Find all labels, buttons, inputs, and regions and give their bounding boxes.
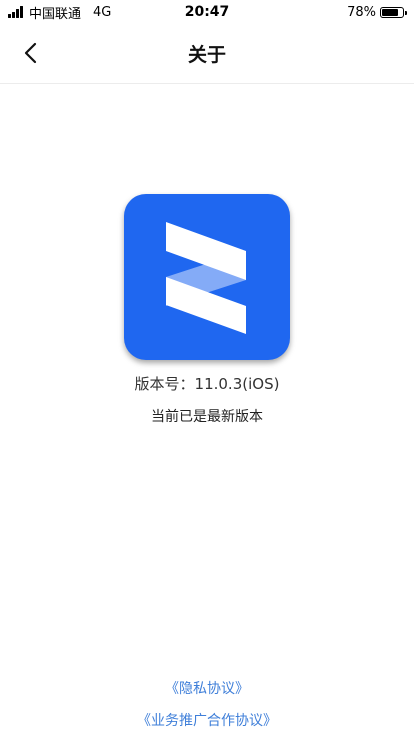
carrier-name: 中国联通 (29, 6, 82, 22)
battery-icon (380, 6, 407, 18)
status-bar: 中国联通 4G 20:47 78% (0, 0, 414, 24)
update-status-label: 当前已是最新版本 (151, 409, 263, 425)
status-time: 20:47 (184, 4, 230, 20)
status-bar-left: 中国联通 4G (8, 3, 111, 22)
app-logo-icon (124, 194, 290, 360)
battery-percent: 78% (347, 4, 376, 20)
status-bar-right: 78% (347, 4, 407, 20)
navigation-bar: 关于 (0, 24, 414, 84)
privacy-policy-link[interactable]: 《隐私协议》 (0, 678, 414, 698)
promotion-agreement-link[interactable]: 《业务推广合作协议》 (0, 710, 414, 730)
network-type: 4G (93, 4, 112, 20)
battery-level-fill (382, 8, 398, 16)
signal-strength-icon (8, 6, 23, 18)
page-title: 关于 (187, 44, 226, 66)
version-label: 版本号：11.0.3(iOS) (134, 375, 280, 393)
